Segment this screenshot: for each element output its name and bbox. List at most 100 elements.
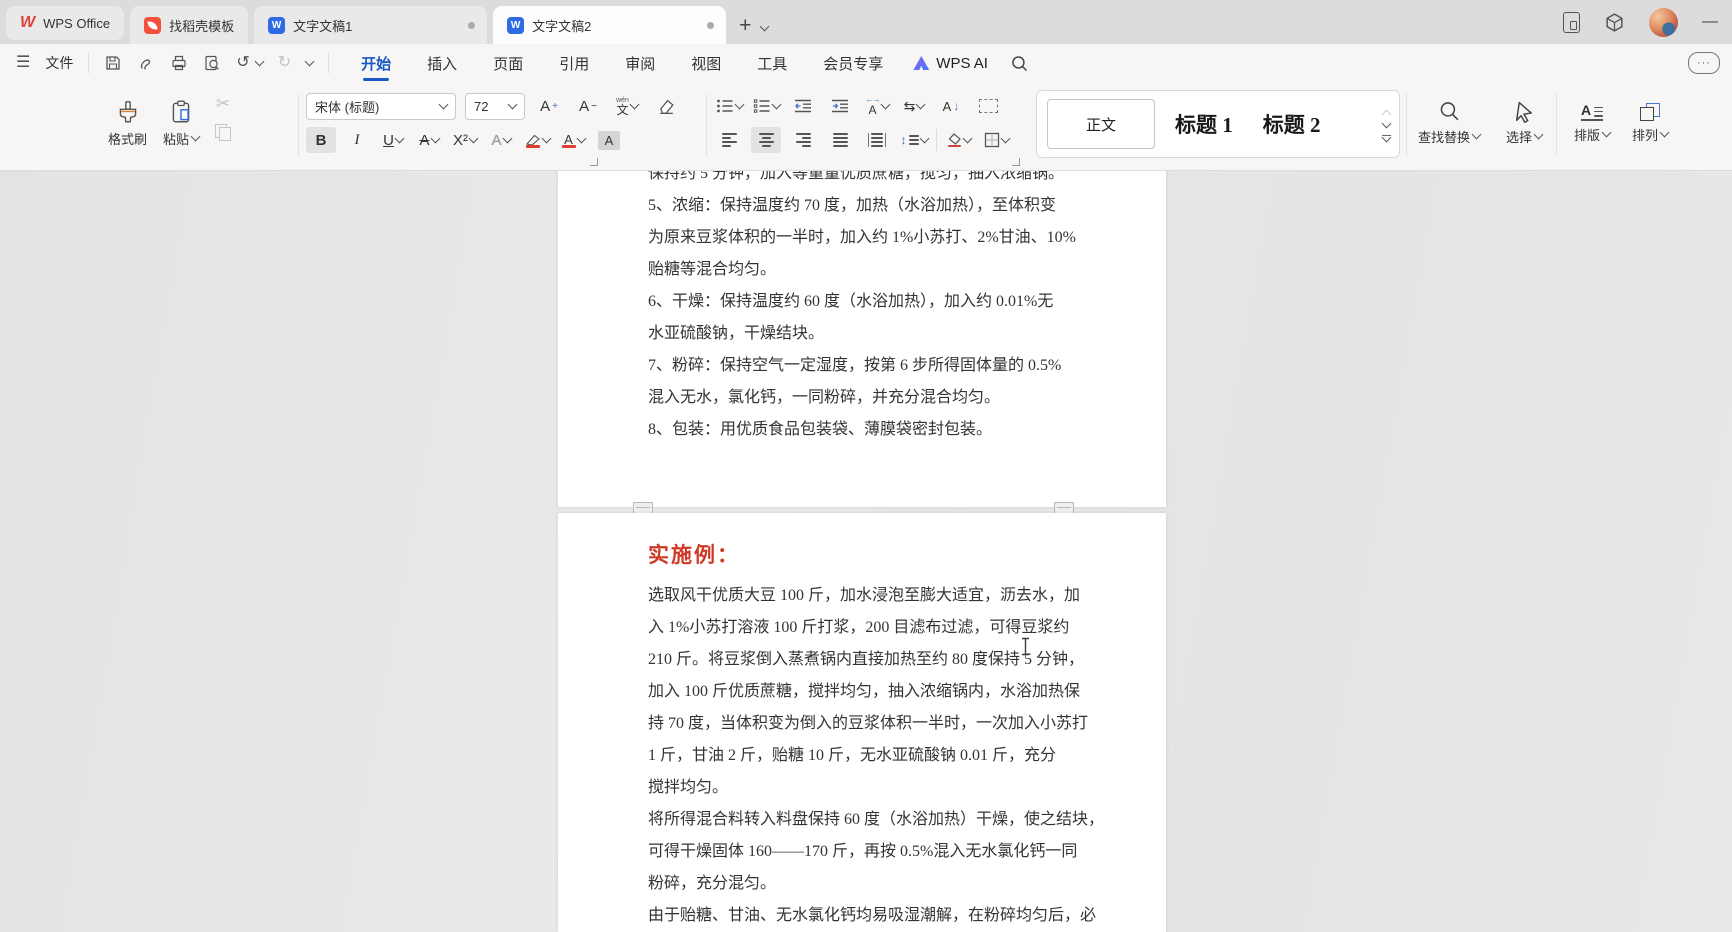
doc-line[interactable]: 由于贻糖、甘油、无水氯化钙均易吸湿潮解，在粉碎均匀后，必 (648, 900, 1096, 932)
tab-wps-office[interactable]: W WPS Office (6, 6, 124, 40)
doc-line[interactable]: 选取风干优质大豆 100 斤，加水浸泡至膨大适宜，沥去水，加 (648, 580, 1080, 612)
typeset-button[interactable]: A 排版 (1574, 90, 1610, 156)
doc-line[interactable]: 7、粉碎：保持空气一定湿度，按第 6 步所得固体量的 0.5% (648, 350, 1061, 382)
paste-button[interactable]: 粘贴 (163, 90, 199, 156)
doc-line[interactable]: 6、干燥：保持温度约 60 度（水浴加热），加入约 0.01%无 (648, 286, 1053, 318)
style-heading-1[interactable]: 标题 1 (1175, 109, 1233, 139)
doc-line[interactable]: 8、包装：用优质食品包装袋、薄膜袋密封包装。 (648, 414, 992, 446)
tab-home[interactable]: 开始 (361, 44, 391, 82)
doc-line[interactable]: 入 1%小苏打溶液 100 斤打浆，200 目滤布过滤，可得豆浆约 (648, 612, 1069, 644)
font-name-combo[interactable]: 宋体 (标题) (306, 93, 456, 120)
doc-line[interactable]: 1 斤，甘油 2 斤，贻糖 10 斤，无水亚硫酸钠 0.01 斤，充分 (648, 740, 1056, 772)
underline-button[interactable]: U (378, 127, 408, 153)
tab-tools[interactable]: 工具 (757, 44, 787, 82)
cloud-sync-icon[interactable]: ··· (1688, 52, 1720, 74)
page-2[interactable]: 实施例： 选取风干优质大豆 100 斤，加水浸泡至膨大适宜，沥去水，加 入 1%… (558, 513, 1166, 932)
devices-icon[interactable] (1563, 12, 1580, 33)
copy-icon[interactable] (215, 124, 231, 140)
save-icon[interactable] (104, 54, 122, 72)
distribute-button[interactable] (862, 127, 892, 153)
doc-line[interactable]: 持 70 度，当体积变为倒入的豆浆体积一半时，一次加入小苏打 (648, 708, 1088, 740)
doc-heading[interactable]: 实施例： (648, 539, 740, 569)
export-icon[interactable] (137, 54, 155, 72)
select-button[interactable]: 选择 (1506, 90, 1542, 156)
italic-button[interactable]: I (342, 127, 372, 153)
numbered-list-button[interactable] (751, 93, 781, 119)
tab-reference[interactable]: 引用 (559, 44, 589, 82)
paragraph-group-launcher-icon[interactable] (1012, 158, 1020, 166)
styles-more-icon[interactable] (1382, 135, 1391, 140)
doc-line[interactable]: 将所得混合料转入料盘保持 60 度（水浴加热）干燥，使之结块， (648, 804, 1104, 836)
search-icon[interactable] (1010, 54, 1029, 73)
borders-button[interactable] (981, 127, 1011, 153)
hamburger-icon[interactable]: ☰ (16, 55, 30, 71)
doc-line[interactable]: 水亚硫酸钠，干燥结块。 (648, 318, 824, 350)
undo-chevron-icon[interactable] (254, 56, 264, 66)
tab-insert[interactable]: 插入 (427, 44, 457, 82)
align-right-button[interactable] (788, 127, 818, 153)
arrange-button[interactable]: 排列 (1632, 90, 1668, 156)
doc-line[interactable]: 混入无水，氯化钙，一同粉碎，并充分混合均匀。 (648, 382, 1000, 414)
strikethrough-button[interactable]: A (414, 127, 444, 153)
document-canvas[interactable]: 保持约 5 分钟，加入等重量优质蔗糖，搅匀，抽入浓缩锅。 5、浓缩：保持温度约 … (0, 171, 1732, 932)
tab-review[interactable]: 审阅 (625, 44, 655, 82)
doc-line[interactable]: 5、浓缩：保持温度约 70 度，加热（水浴加热），至体积变 (648, 190, 1056, 222)
font-size-combo[interactable]: 72 (465, 93, 525, 120)
tab-list-chevron-icon[interactable] (760, 22, 770, 32)
tab-document-2[interactable]: W 文字文稿2 (493, 6, 726, 44)
doc-line[interactable]: 210 斤。将豆浆倒入蒸煮锅内直接加热至约 80 度保持 5 分钟， (648, 644, 1084, 676)
tab-page[interactable]: 页面 (493, 44, 523, 82)
redo-icon[interactable]: ↻ (278, 55, 291, 71)
user-avatar[interactable] (1649, 8, 1678, 37)
text-effects-button[interactable]: A (486, 127, 516, 153)
text-direction-button[interactable]: ←→A (862, 93, 892, 119)
sort-button[interactable]: A ↓ (936, 93, 966, 119)
style-normal[interactable]: 正文 (1047, 99, 1155, 149)
align-center-button[interactable] (751, 127, 781, 153)
print-preview-icon[interactable] (203, 54, 221, 72)
doc-line[interactable]: 保持约 5 分钟，加入等重量优质蔗糖，搅匀，抽入浓缩锅。 (648, 171, 1064, 190)
quick-access-more-chevron-icon[interactable] (305, 56, 315, 66)
doc-line[interactable]: 贻糖等混合均匀。 (648, 254, 776, 286)
wps-ai-button[interactable]: WPS AI (913, 55, 988, 72)
new-tab-button[interactable]: + (739, 15, 751, 36)
file-menu[interactable]: 文件 (45, 53, 73, 73)
decrease-font-button[interactable]: A− (573, 94, 603, 120)
tab-docer-templates[interactable]: 找稻壳模板 (130, 6, 248, 44)
apps-cube-icon[interactable] (1604, 12, 1625, 33)
tab-document-1[interactable]: W 文字文稿1 (254, 6, 487, 44)
increase-indent-button[interactable] (825, 93, 855, 119)
pinyin-guide-button[interactable]: wén文 (612, 94, 642, 120)
cut-icon[interactable]: ✂ (216, 94, 230, 114)
minimize-button[interactable]: — (1702, 13, 1718, 31)
style-heading-2[interactable]: 标题 2 (1263, 109, 1321, 139)
page-1[interactable]: 保持约 5 分钟，加入等重量优质蔗糖，搅匀，抽入浓缩锅。 5、浓缩：保持温度约 … (558, 171, 1166, 507)
wrap-button[interactable]: ⇆ (899, 93, 929, 119)
highlight-button[interactable] (522, 127, 552, 153)
decrease-indent-button[interactable] (788, 93, 818, 119)
undo-icon[interactable]: ↺ (236, 55, 249, 71)
font-group-launcher-icon[interactable] (590, 158, 598, 166)
increase-font-button[interactable]: A+ (534, 94, 564, 120)
doc-line[interactable]: 为原来豆浆体积的一半时，加入约 1%小苏打、2%甘油、10% (648, 222, 1076, 254)
find-replace-button[interactable]: 查找替换 (1418, 90, 1480, 156)
tab-member[interactable]: 会员专享 (823, 44, 883, 82)
format-painter-button[interactable]: 格式刷 (108, 90, 147, 156)
justify-button[interactable] (825, 127, 855, 153)
superscript-button[interactable]: X² (450, 127, 480, 153)
doc-line[interactable]: 加入 100 斤优质蔗糖，搅拌均匀，抽入浓缩锅内，水浴加热保 (648, 676, 1080, 708)
doc-line[interactable]: 粉碎，充分混匀。 (648, 868, 776, 900)
bold-button[interactable]: B (306, 127, 336, 153)
char-shading-button[interactable]: A (594, 127, 624, 153)
line-spacing-button[interactable]: ↕ (899, 127, 929, 153)
styles-scroll-down-icon[interactable] (1382, 118, 1392, 128)
doc-line[interactable]: 可得干燥固体 160——170 斤，再按 0.5%混入无水氯化钙一同 (648, 836, 1077, 868)
doc-line[interactable]: 搅拌均匀。 (648, 772, 728, 804)
align-left-button[interactable] (714, 127, 744, 153)
print-icon[interactable] (170, 54, 188, 72)
shading-button[interactable] (944, 127, 974, 153)
bullet-list-button[interactable] (714, 93, 744, 119)
page-border-button[interactable] (973, 93, 1003, 119)
tab-view[interactable]: 视图 (691, 44, 721, 82)
font-color-button[interactable]: A (558, 127, 588, 153)
